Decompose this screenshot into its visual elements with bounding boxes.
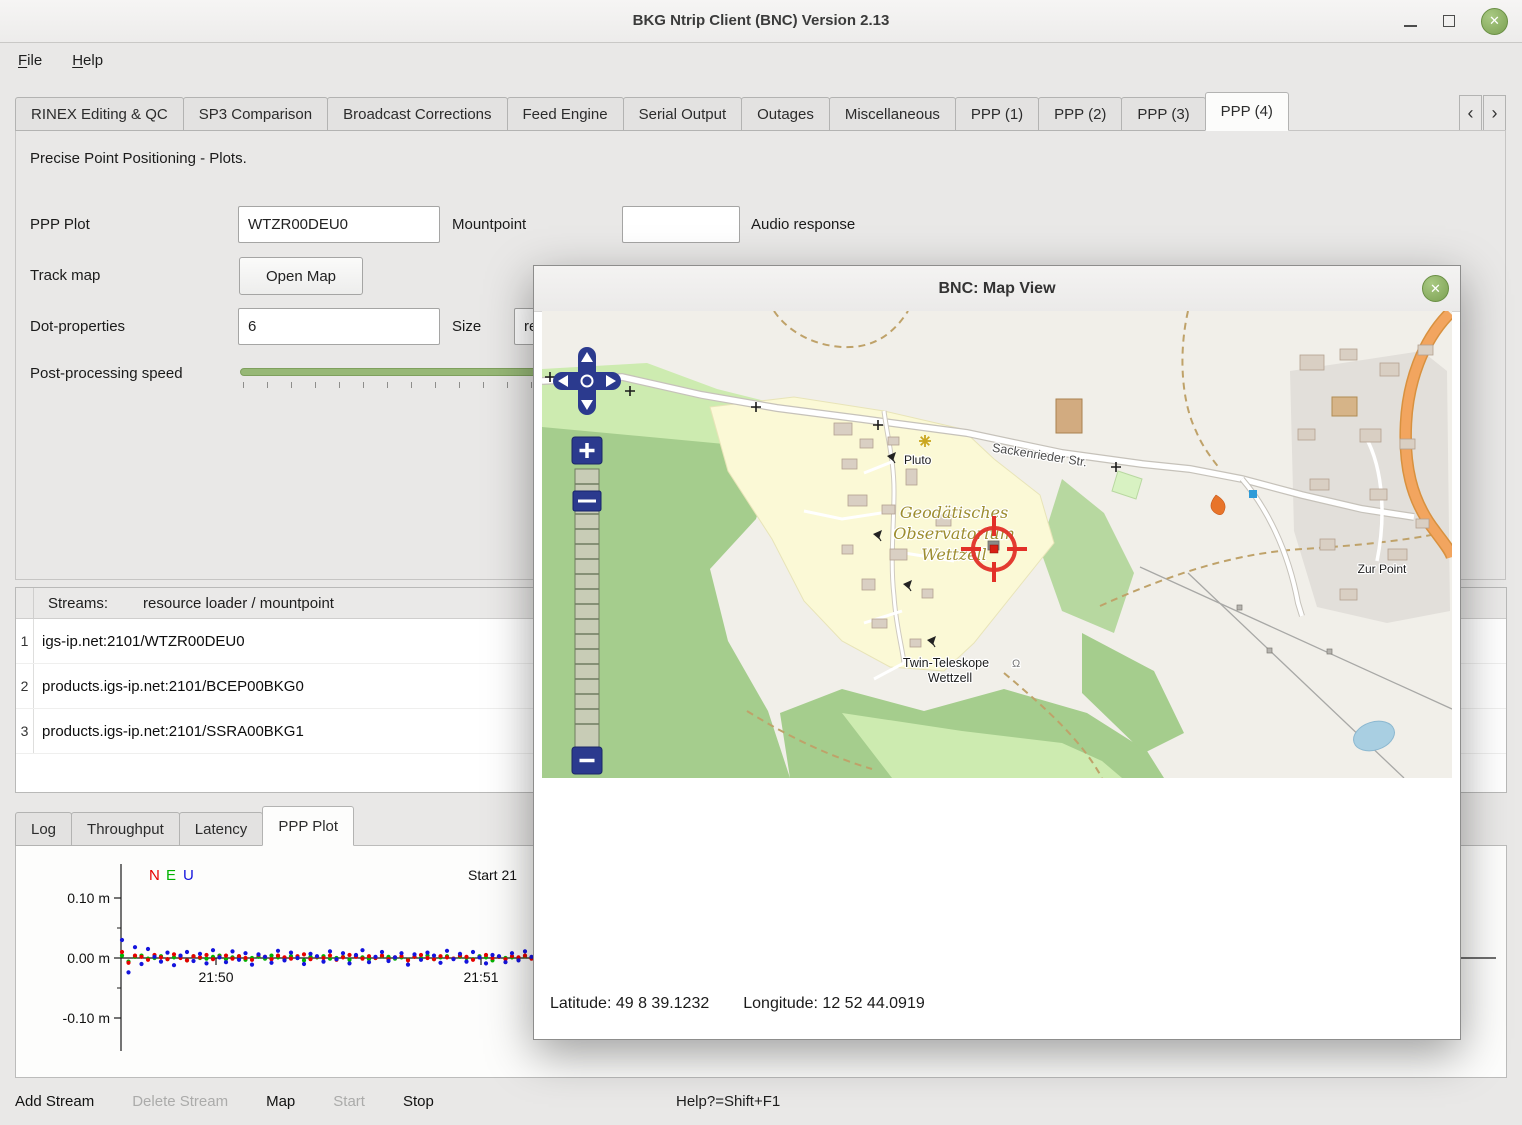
observatory-label-line1: Geodätisches — [900, 503, 1008, 522]
audio-response-label: Audio response — [751, 216, 855, 233]
svg-text:N: N — [149, 867, 160, 884]
tab-strip: RINEX Editing & QCSP3 ComparisonBroadcas… — [15, 92, 1456, 131]
track-map-label: Track map — [30, 267, 100, 284]
tan-building — [1332, 397, 1357, 416]
delete-stream-button: Delete Stream — [132, 1093, 228, 1110]
longitude-value: Longitude: 12 52 44.0919 — [743, 995, 925, 1013]
help-shortcut-label: Help?=Shift+F1 — [676, 1093, 780, 1110]
plot-tab-strip: LogThroughputLatencyPPP Plot — [15, 806, 353, 846]
dot-properties-label: Dot-properties — [30, 318, 125, 335]
footer-toolbar: Add Stream Delete Stream Map Start Stop Help… — [0, 1078, 1522, 1125]
tab-scroll-left-button[interactable]: ‹ — [1459, 95, 1482, 131]
tab-ppp-1[interactable]: PPP (1) — [955, 97, 1039, 131]
tab-outages[interactable]: Outages — [741, 97, 830, 131]
tab-feed-engine[interactable]: Feed Engine — [507, 97, 624, 131]
svg-text:21:51: 21:51 — [463, 969, 498, 985]
stream-address: products.igs-ip.net:2101/BCEP00BKG0 — [34, 664, 304, 708]
tab-broadcast-corrections[interactable]: Broadcast Corrections — [327, 97, 507, 131]
menu-bar: File Help — [0, 43, 103, 77]
stream-address: products.igs-ip.net:2101/SSRA00BKG1 — [34, 709, 304, 753]
minimize-icon[interactable] — [1404, 25, 1417, 27]
svg-text:0.00 m: 0.00 m — [67, 950, 110, 966]
open-map-button[interactable]: Open Map — [239, 257, 363, 295]
streams-header-title: Streams: — [48, 595, 108, 612]
ppp-plot-input[interactable] — [238, 206, 440, 243]
stream-row-index: 1 — [16, 619, 34, 663]
page-description: Precise Point Positioning - Plots. — [30, 150, 247, 167]
stream-row-index: 3 — [16, 709, 34, 753]
tab-ppp-3[interactable]: PPP (3) — [1121, 97, 1205, 131]
footer-buttons: Add Stream Delete Stream Map Start Stop — [15, 1093, 434, 1110]
window-title: BKG Ntrip Client (BNC) Version 2.13 — [0, 0, 1522, 42]
window-titlebar[interactable]: BKG Ntrip Client (BNC) Version 2.13 ✕ — [0, 0, 1522, 43]
streams-header-columns: resource loader / mountpoint — [143, 595, 334, 612]
dot-size-input[interactable] — [238, 308, 440, 345]
sun-flower-icon — [919, 435, 931, 447]
plot-tab-ppp-plot[interactable]: PPP Plot — [262, 806, 354, 846]
mountpoint-input[interactable] — [622, 206, 740, 243]
svg-text:21:50: 21:50 — [198, 969, 233, 985]
tab-scroll-right-button[interactable]: › — [1483, 95, 1506, 131]
menu-help[interactable]: Help — [72, 52, 103, 69]
svg-text:0.10 m: 0.10 m — [67, 890, 110, 906]
pluto-label: Pluto — [904, 453, 932, 467]
stream-row-index: 2 — [16, 664, 34, 708]
coordinate-readout: Latitude: 49 8 39.1232 Longitude: 12 52 … — [550, 995, 925, 1013]
tab-ppp-2[interactable]: PPP (2) — [1038, 97, 1122, 131]
tab-miscellaneous[interactable]: Miscellaneous — [829, 97, 956, 131]
app-window: BKG Ntrip Client (BNC) Version 2.13 ✕ Fi… — [0, 0, 1522, 1125]
map-dialog-title: BNC: Map View — [534, 266, 1460, 311]
ppp-plot-label: PPP Plot — [30, 216, 90, 233]
add-stream-button[interactable]: Add Stream — [15, 1093, 94, 1110]
svg-text:-0.10 m: -0.10 m — [63, 1010, 110, 1026]
maximize-icon[interactable] — [1443, 15, 1455, 27]
zur-point-label: Zur Point — [1358, 562, 1407, 576]
viewpoint-icon: Ω — [1012, 658, 1020, 670]
blue-marker-icon — [1249, 490, 1257, 498]
start-button: Start — [333, 1093, 365, 1110]
tab-sp3-comparison[interactable]: SP3 Comparison — [183, 97, 328, 131]
latitude-value: Latitude: 49 8 39.1232 — [550, 995, 709, 1013]
twin-telescope-label-line1: Twin-Teleskope — [903, 656, 989, 670]
stop-button[interactable]: Stop — [403, 1093, 434, 1110]
mountpoint-label: Mountpoint — [452, 216, 526, 233]
post-processing-speed-label: Post-processing speed — [30, 365, 183, 382]
menu-file[interactable]: File — [18, 52, 42, 69]
svg-text:E: E — [166, 867, 176, 884]
svg-text:Start 21: Start 21 — [468, 867, 517, 883]
plot-tab-throughput[interactable]: Throughput — [71, 812, 180, 846]
size-label: Size — [452, 318, 481, 335]
map-dialog: BNC: Map View ✕ — [533, 265, 1461, 1040]
map-zoom-control — [572, 437, 602, 774]
map-dialog-close-icon[interactable]: ✕ — [1422, 275, 1449, 302]
streams-corner-cell — [16, 588, 34, 618]
tab-rinex-editing-qc[interactable]: RINEX Editing & QC — [15, 97, 184, 131]
map-dialog-titlebar[interactable]: BNC: Map View ✕ — [534, 266, 1460, 312]
close-icon[interactable]: ✕ — [1481, 8, 1508, 35]
plot-tab-log[interactable]: Log — [15, 812, 72, 846]
svg-text:U: U — [183, 867, 194, 884]
plot-tab-latency[interactable]: Latency — [179, 812, 264, 846]
stream-address: igs-ip.net:2101/WTZR00DEU0 — [34, 619, 245, 663]
twin-telescope-label-line2: Wettzell — [928, 671, 972, 685]
map-button[interactable]: Map — [266, 1093, 295, 1110]
tab-serial-output[interactable]: Serial Output — [623, 97, 743, 131]
map-canvas[interactable]: Sackenrieder Str. Pluto Geodätisches Obs… — [542, 311, 1452, 778]
tab-ppp-4[interactable]: PPP (4) — [1205, 92, 1289, 131]
large-tan-building — [1056, 399, 1082, 433]
